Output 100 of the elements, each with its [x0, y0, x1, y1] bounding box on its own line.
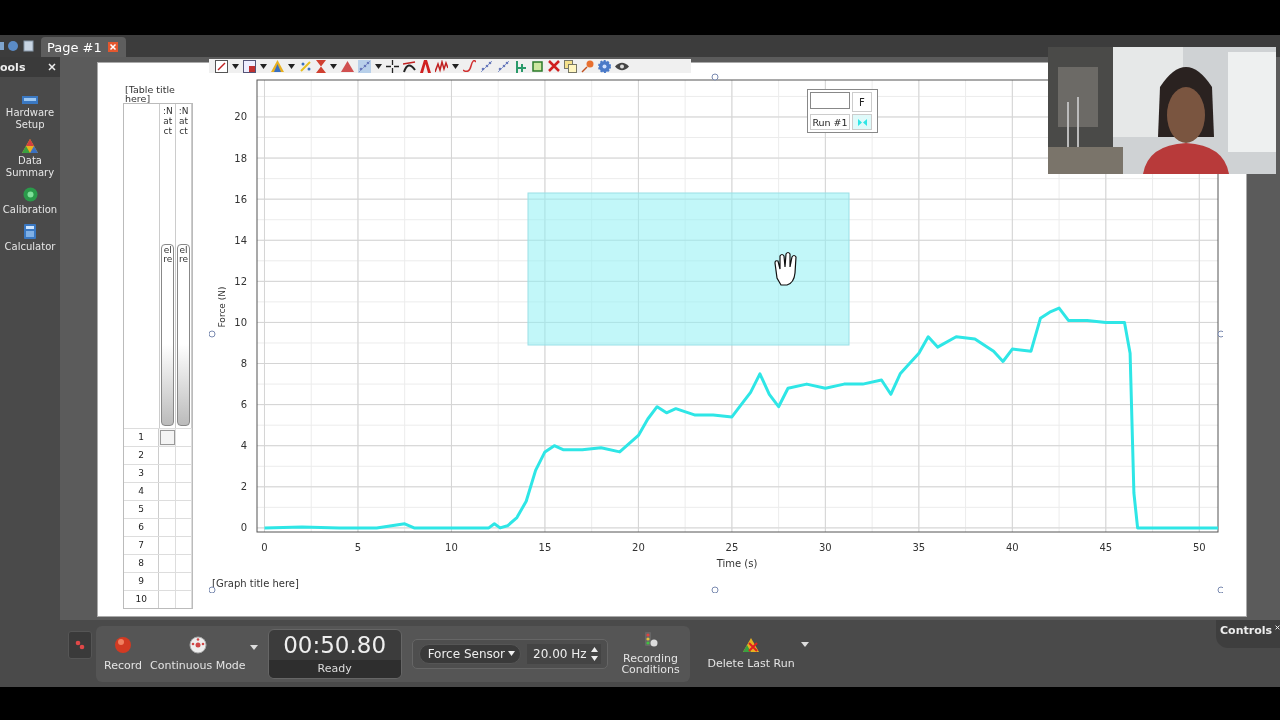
legend-run-label: Run #1: [810, 114, 850, 130]
controls-title: Controls: [1220, 624, 1273, 637]
controls-panel-tab[interactable]: Controls: [1216, 620, 1280, 648]
row-number: 3: [124, 465, 160, 482]
row-number: 6: [124, 519, 160, 536]
x-tick-label: 15: [538, 542, 552, 553]
legend-field[interactable]: [810, 92, 850, 109]
x-tick-label: 40: [1005, 542, 1019, 553]
window-icon[interactable]: [243, 59, 256, 73]
add-data-icon[interactable]: [514, 59, 527, 73]
y-tick-label: 2: [240, 481, 247, 493]
row-number: 10: [124, 591, 160, 608]
x-tick-label: 5: [354, 542, 362, 553]
tool-item[interactable]: Calculator: [0, 224, 61, 253]
close-icon[interactable]: [1275, 624, 1280, 631]
row-number: 8: [124, 555, 160, 572]
mode-button[interactable]: Continuous Mode: [148, 635, 248, 672]
caret-icon: [508, 651, 516, 656]
column-header[interactable]: :N at ct el re: [176, 104, 192, 428]
table-title[interactable]: [Table title here]: [125, 85, 185, 103]
x-tick-label: 30: [819, 542, 832, 553]
resize-handle[interactable]: [209, 330, 216, 338]
resize-handle[interactable]: [1217, 586, 1223, 593]
sensor-dropdown[interactable]: Force Sensor: [418, 643, 522, 664]
pin-icon[interactable]: [581, 59, 594, 73]
y-tick-label: 12: [234, 275, 247, 287]
y-tick-label: 16: [234, 193, 247, 205]
copy-icon[interactable]: [564, 59, 577, 73]
caret-icon[interactable]: [800, 642, 809, 647]
triangle-icon[interactable]: [271, 60, 284, 72]
dial-icon: [188, 635, 207, 654]
x-tick-label: 50: [1192, 542, 1206, 553]
hourglass-icon[interactable]: [316, 59, 326, 73]
triangle-icon: [22, 139, 38, 153]
row-number: 9: [124, 573, 160, 590]
row-number: 2: [124, 447, 160, 464]
record-marker-button[interactable]: [68, 630, 92, 659]
dots-icon: [75, 639, 85, 650]
y-tick-label: 14: [234, 234, 247, 246]
spinner-arrows-icon[interactable]: [590, 645, 598, 662]
crosshair-icon[interactable]: [386, 59, 399, 73]
tools-title: ools: [0, 60, 26, 74]
pencil-icon[interactable]: [215, 59, 228, 73]
caret-icon[interactable]: [375, 63, 382, 69]
y-axis-title[interactable]: Force (N): [217, 286, 227, 328]
column-button[interactable]: el re: [161, 244, 175, 426]
x-tick-label: 35: [912, 542, 926, 553]
device-icon: [22, 93, 38, 105]
y-tick-label: 6: [240, 399, 247, 411]
tool-item[interactable]: Hardware Setup: [0, 93, 61, 131]
resize-handle[interactable]: [711, 73, 719, 81]
scatter-icon[interactable]: [497, 59, 510, 73]
status-text: Ready: [268, 659, 401, 678]
tool-item[interactable]: Calibration: [0, 187, 61, 216]
record-icon: [114, 635, 132, 654]
y-tick-label: 10: [234, 316, 247, 328]
tangent-icon[interactable]: [403, 59, 416, 73]
table-cell[interactable]: [159, 429, 176, 446]
record-button[interactable]: Record: [102, 635, 144, 672]
recording-conditions-button[interactable]: Recording Conditions: [617, 632, 684, 675]
scale-icon[interactable]: [531, 59, 544, 73]
line-marker-icon: [857, 118, 867, 126]
x-axis-title[interactable]: Time (s): [716, 558, 758, 569]
resize-handle[interactable]: [1217, 330, 1223, 338]
curve-fit-icon[interactable]: [463, 59, 476, 73]
resize-handle[interactable]: [711, 586, 719, 593]
caret-icon[interactable]: [260, 63, 267, 69]
column-button[interactable]: el re: [177, 244, 191, 426]
column-header-text: :N at ct: [177, 106, 190, 136]
annotation-icon[interactable]: [420, 59, 431, 73]
delete-last-run-button[interactable]: Delete Last Run: [705, 637, 797, 670]
noise-icon[interactable]: [435, 59, 448, 73]
y-tick-label: 4: [240, 440, 247, 452]
legend-column-label: F: [852, 92, 872, 112]
graph-title[interactable]: [Graph title here]: [212, 578, 299, 589]
rate-value: 20.00 Hz: [533, 646, 587, 661]
x-tick-label: 25: [725, 542, 739, 553]
calculator-icon: [24, 224, 36, 239]
tool-item[interactable]: Data Summary: [0, 139, 61, 179]
x-tick-label: 45: [1099, 542, 1113, 553]
close-icon[interactable]: [107, 42, 118, 52]
close-icon[interactable]: [48, 63, 56, 71]
scatter-icon[interactable]: [480, 59, 493, 73]
legend-swatch[interactable]: [852, 114, 872, 130]
scatter-icon[interactable]: [358, 59, 371, 73]
eye-icon[interactable]: [615, 61, 629, 71]
page-tab[interactable]: Page #1: [41, 37, 126, 57]
y-tick-label: 8: [240, 358, 247, 370]
delete-icon[interactable]: [548, 60, 560, 72]
x-tick-label: 10: [445, 542, 458, 553]
settings-icon[interactable]: [598, 59, 611, 73]
caret-icon[interactable]: [232, 63, 239, 69]
caret-icon[interactable]: [330, 63, 337, 69]
column-header[interactable]: :N at ct el re: [160, 104, 177, 428]
elapsed-time: 00:50.80: [283, 630, 387, 660]
y-tick-label: 20: [234, 111, 247, 123]
caret-icon[interactable]: [288, 63, 295, 69]
caret-icon[interactable]: [452, 63, 459, 69]
rate-spinner[interactable]: 20.00 Hz: [527, 643, 601, 664]
peak-icon[interactable]: [341, 60, 354, 72]
